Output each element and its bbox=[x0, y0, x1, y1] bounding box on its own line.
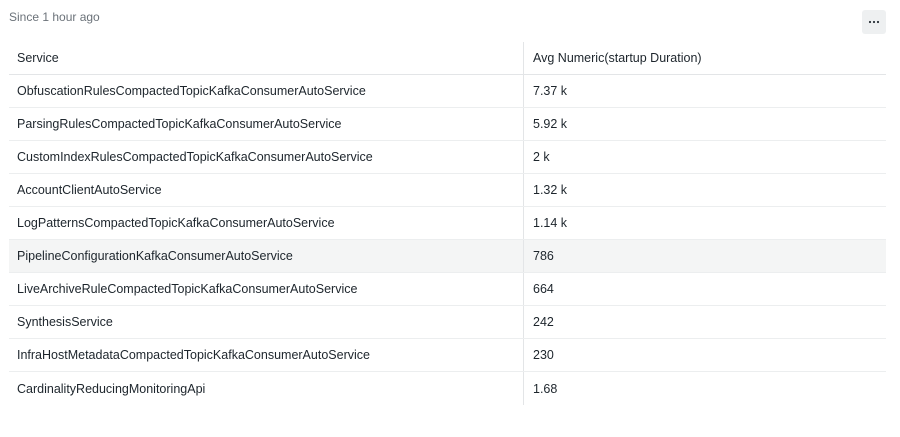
service-name-cell: LogPatternsCompactedTopicKafkaConsumerAu… bbox=[9, 207, 524, 239]
avg-startup-duration-cell: 664 bbox=[533, 282, 554, 296]
avg-startup-duration-cell: 786 bbox=[533, 249, 554, 263]
column-header-service[interactable]: Service bbox=[9, 42, 524, 74]
service-name-cell: CardinalityReducingMonitoringApi bbox=[9, 372, 524, 405]
avg-startup-duration-cell: 1.68 bbox=[533, 381, 558, 396]
table-row[interactable]: SynthesisService 242 bbox=[9, 306, 886, 339]
more-horizontal-icon bbox=[868, 20, 880, 24]
table-row[interactable]: LogPatternsCompactedTopicKafkaConsumerAu… bbox=[9, 207, 886, 240]
service-name-cell: InfraHostMetadataCompactedTopicKafkaCons… bbox=[9, 339, 524, 371]
avg-startup-duration-cell: 2 k bbox=[533, 150, 550, 164]
more-options-button[interactable] bbox=[862, 10, 886, 34]
avg-startup-duration-cell: 1.32 k bbox=[533, 183, 568, 197]
service-name-cell: PipelineConfigurationKafkaConsumerAutoSe… bbox=[9, 240, 524, 272]
table-row[interactable]: InfraHostMetadataCompactedTopicKafkaCons… bbox=[9, 339, 886, 372]
avg-startup-duration-cell: 1.14 k bbox=[533, 216, 568, 230]
table-body: ObfuscationRulesCompactedTopicKafkaConsu… bbox=[9, 75, 886, 405]
table-row[interactable]: PipelineConfigurationKafkaConsumerAutoSe… bbox=[9, 240, 886, 273]
table-row[interactable]: ParsingRulesCompactedTopicKafkaConsumerA… bbox=[9, 108, 886, 141]
time-range-label: Since 1 hour ago bbox=[9, 10, 100, 24]
service-name-cell: LiveArchiveRuleCompactedTopicKafkaConsum… bbox=[9, 273, 524, 305]
table-header-row: Service Avg Numeric(startup Duration) bbox=[9, 42, 886, 75]
avg-startup-duration-cell: 242 bbox=[533, 315, 554, 329]
services-table: Service Avg Numeric(startup Duration) Ob… bbox=[9, 42, 886, 405]
avg-startup-duration-cell: 7.37 k bbox=[533, 84, 568, 98]
avg-startup-duration-cell: 230 bbox=[533, 348, 554, 362]
table-row[interactable]: CustomIndexRulesCompactedTopicKafkaConsu… bbox=[9, 141, 886, 174]
table-row[interactable]: CardinalityReducingMonitoringApi 1.68 bbox=[9, 372, 886, 405]
table-row[interactable]: LiveArchiveRuleCompactedTopicKafkaConsum… bbox=[9, 273, 886, 306]
service-name-cell: CustomIndexRulesCompactedTopicKafkaConsu… bbox=[9, 141, 524, 173]
table-row[interactable]: AccountClientAutoService 1.32 k bbox=[9, 174, 886, 207]
service-name-cell: AccountClientAutoService bbox=[9, 174, 524, 206]
table-widget: Since 1 hour ago Service Avg Numeric(sta… bbox=[0, 0, 900, 437]
service-name-cell: SynthesisService bbox=[9, 306, 524, 338]
table-row[interactable]: ObfuscationRulesCompactedTopicKafkaConsu… bbox=[9, 75, 886, 108]
avg-startup-duration-cell: 5.92 k bbox=[533, 117, 568, 131]
service-name-cell: ParsingRulesCompactedTopicKafkaConsumerA… bbox=[9, 108, 524, 140]
service-name-cell: ObfuscationRulesCompactedTopicKafkaConsu… bbox=[9, 75, 524, 107]
column-header-avg-startup-duration[interactable]: Avg Numeric(startup Duration) bbox=[524, 42, 886, 74]
